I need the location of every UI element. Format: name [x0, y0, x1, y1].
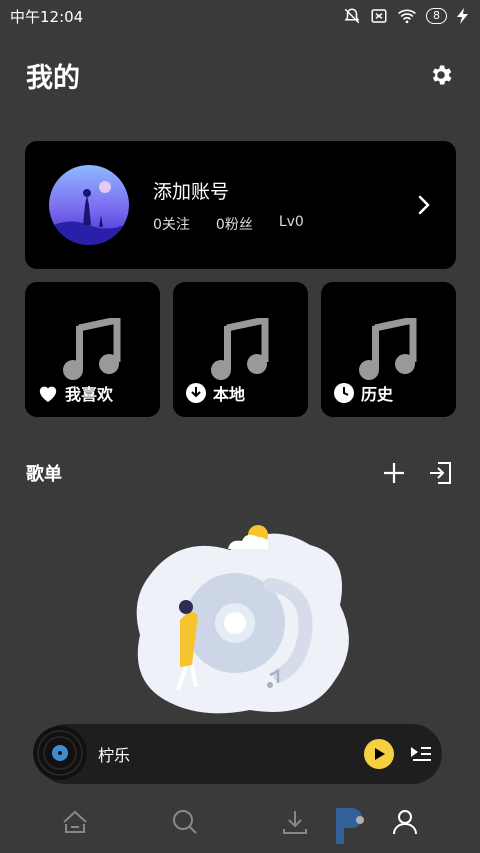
- music-note-icon: [211, 318, 269, 380]
- tile-label: 历史: [333, 381, 393, 405]
- header: 我的: [26, 55, 454, 95]
- empty-playlist-illustration: [120, 515, 360, 725]
- account-name[interactable]: 添加账号: [153, 177, 416, 204]
- tile-text: 我喜欢: [65, 385, 114, 404]
- battery-indicator: 8: [426, 8, 447, 24]
- clock-icon: [333, 382, 355, 404]
- followers-count[interactable]: 0粉丝: [216, 214, 253, 234]
- settings-button[interactable]: [428, 62, 454, 88]
- play-button[interactable]: [364, 739, 394, 769]
- status-bar: 中午12:04 8: [0, 0, 480, 32]
- sim-off-icon: [371, 9, 387, 23]
- download-icon: [283, 810, 307, 834]
- playlist-header: 歌单: [26, 456, 454, 490]
- mini-player[interactable]: 柠乐: [33, 724, 442, 784]
- tile-history[interactable]: 历史: [321, 282, 456, 417]
- import-playlist-button[interactable]: [428, 460, 454, 486]
- account-card[interactable]: 添加账号 0关注 0粉丝 Lv0: [25, 141, 456, 269]
- following-count[interactable]: 0关注: [153, 214, 190, 234]
- playlist-actions: [382, 460, 454, 486]
- add-playlist-button[interactable]: [382, 461, 406, 485]
- nav-search[interactable]: [165, 802, 205, 842]
- heart-icon: [37, 382, 59, 404]
- avatar[interactable]: [49, 165, 129, 245]
- watermark-logo: [336, 808, 364, 844]
- search-icon: [173, 809, 197, 834]
- queue-icon[interactable]: [410, 744, 432, 764]
- tile-label: 本地: [185, 381, 245, 405]
- nav-home[interactable]: [55, 802, 95, 842]
- tile-text: 历史: [361, 385, 394, 404]
- album-disc-icon[interactable]: [33, 726, 87, 780]
- tile-favorites[interactable]: 我喜欢: [25, 282, 160, 417]
- account-info: 添加账号 0关注 0粉丝 Lv0: [153, 177, 416, 234]
- chevron-right-icon[interactable]: [416, 194, 432, 216]
- music-note-icon: [359, 318, 417, 380]
- charging-icon: [457, 8, 468, 24]
- section-title: 歌单: [26, 464, 62, 485]
- home-icon: [63, 810, 87, 833]
- level-badge: Lv0: [278, 213, 304, 230]
- quick-tiles: 我喜欢 本地 历史: [25, 282, 456, 417]
- nav-download[interactable]: [275, 802, 315, 842]
- status-time: 中午12:04: [10, 7, 84, 26]
- music-note-icon: [63, 318, 121, 380]
- tile-text: 本地: [213, 385, 246, 404]
- tile-label: 我喜欢: [37, 381, 113, 405]
- gear-icon: [432, 65, 452, 85]
- tile-local[interactable]: 本地: [173, 282, 308, 417]
- status-icons: 8: [343, 7, 470, 25]
- download-circle-icon: [185, 382, 207, 404]
- wifi-icon: [398, 9, 416, 24]
- song-title[interactable]: 柠乐: [98, 742, 364, 766]
- page-title: 我的: [26, 62, 80, 94]
- play-icon: [375, 748, 385, 760]
- account-stats: 0关注 0粉丝 Lv0: [153, 214, 416, 234]
- mute-alarm-icon: [344, 8, 360, 24]
